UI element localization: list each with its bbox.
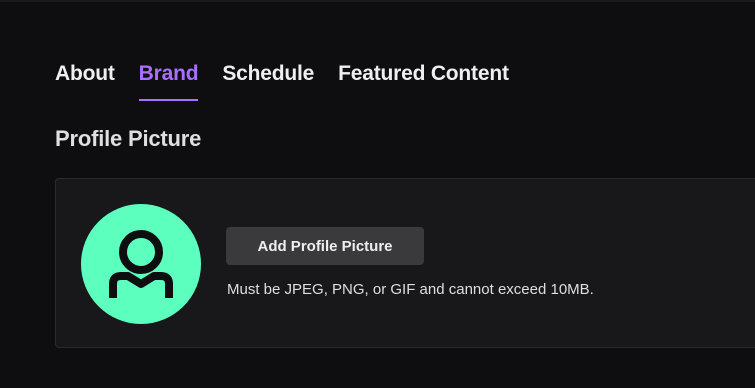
page: About Brand Schedule Featured Content Pr… [0, 0, 755, 388]
tab-featured-content[interactable]: Featured Content [338, 62, 509, 101]
tab-schedule[interactable]: Schedule [222, 62, 314, 101]
tab-brand[interactable]: Brand [138, 62, 199, 101]
profile-picture-card: Add Profile Picture Must be JPEG, PNG, o… [55, 178, 755, 348]
tab-about[interactable]: About [55, 62, 115, 101]
channel-settings-tabs: About Brand Schedule Featured Content [55, 62, 509, 101]
user-silhouette-icon [109, 230, 173, 298]
file-requirements-hint: Must be JPEG, PNG, or GIF and cannot exc… [227, 281, 594, 298]
section-title: Profile Picture [55, 126, 202, 151]
add-profile-picture-button[interactable]: Add Profile Picture [226, 227, 424, 265]
avatar [81, 204, 201, 324]
top-divider [0, 0, 755, 2]
